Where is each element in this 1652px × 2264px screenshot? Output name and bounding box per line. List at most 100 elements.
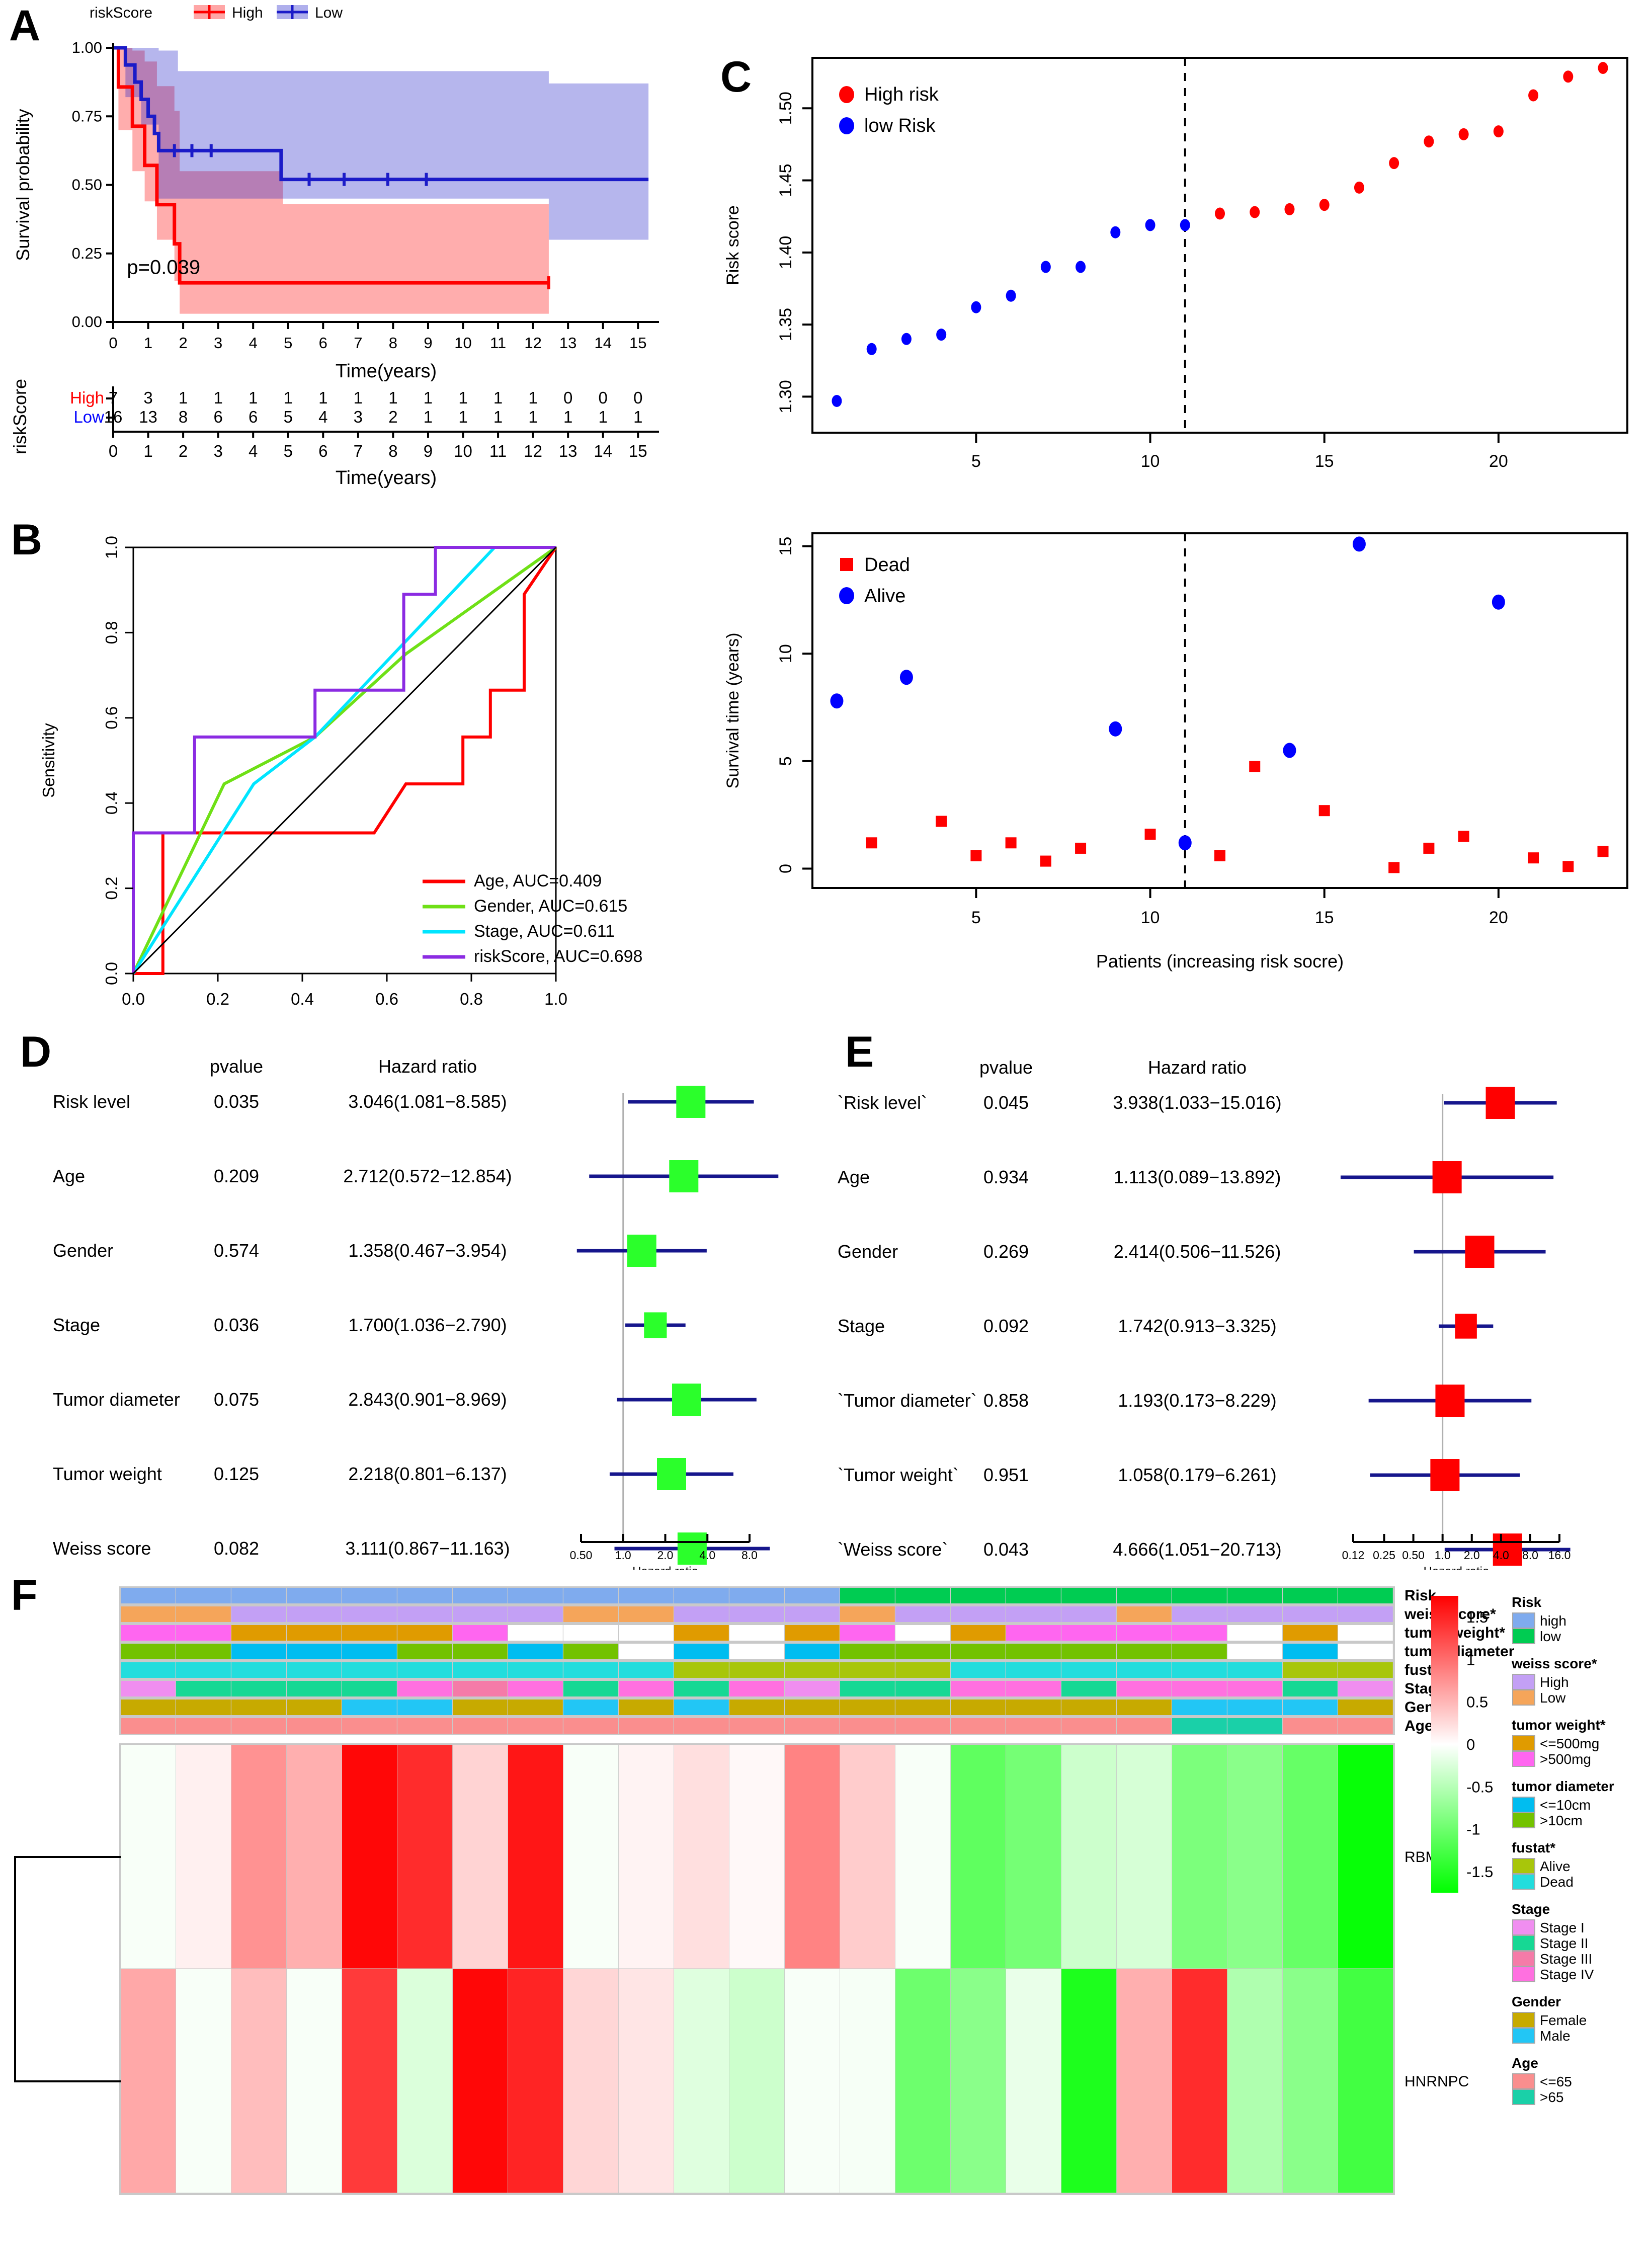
risk-score-point: [901, 333, 912, 345]
annotation-cell: [1283, 1644, 1338, 1659]
survival-time-point-alive: [1178, 835, 1192, 851]
roc-y-tick-label: 0.8: [102, 621, 121, 644]
survival-time-y-tick-label: 0: [776, 864, 795, 873]
heatmap-cell: [1283, 1745, 1338, 1969]
survival-time-y-tick-label: 5: [776, 756, 795, 766]
annotation-cell: [1338, 1588, 1393, 1603]
heatmap-cell: [287, 1969, 342, 2193]
risk-table-cell: 3: [143, 388, 152, 407]
forest-univariate-row-hr-text: 1.358(0.467−3.954): [348, 1240, 507, 1261]
forest-multivariate-header-hazard-ratio: Hazard ratio: [1148, 1057, 1247, 1078]
km-y-tick-label: 1.00: [72, 39, 102, 56]
legend-swatch: [1512, 1919, 1535, 1935]
risk-table-cell: 8: [179, 408, 188, 426]
annotation-cell: [563, 1588, 618, 1603]
legend-item-label: <=65: [1540, 2074, 1572, 2089]
forest-univariate-row-hr-text: 2.218(0.801−6.137): [348, 1464, 507, 1484]
annotation-cell: [1172, 1718, 1227, 1734]
annotation-cell: [121, 1718, 176, 1734]
km-survival-svg: riskScore High Low0.000.250.500.751.000 1 2 3…: [10, 5, 659, 489]
risk-table-cell: 1: [528, 388, 537, 407]
roc-legend-label: Age, AUC=0.409: [474, 871, 602, 891]
legend-item-label: Alive: [1540, 1858, 1571, 1874]
risk-table-x-tick-label: 12: [524, 442, 542, 460]
legend-item-label: Male: [1540, 2028, 1571, 2044]
annotation-cell: [1061, 1606, 1116, 1622]
risk-score-point: [1215, 207, 1225, 220]
annotation-cell: [895, 1700, 950, 1715]
legend-group-title: Age: [1512, 2055, 1538, 2071]
survival-time-point-dead: [1040, 855, 1051, 867]
risk-score-y-tick-label: 1.50: [776, 92, 795, 125]
forest-univariate-row-hr-text: 2.843(0.901−8.969): [348, 1389, 507, 1410]
annotation-cell: [231, 1644, 286, 1659]
survival-time-point-dead: [1562, 861, 1574, 872]
annotation-cell: [397, 1606, 452, 1622]
survival-time-point-dead: [1249, 761, 1261, 772]
annotation-cell: [397, 1681, 452, 1696]
annotation-cell: [1338, 1644, 1393, 1659]
risk-table-cell: 1: [528, 408, 537, 426]
legend-item-label: high: [1540, 1613, 1566, 1629]
risk-table-cell: 0: [599, 388, 608, 407]
heatmap-cell: [342, 1745, 397, 1969]
survival-time-point-alive: [1492, 594, 1505, 610]
forest-univariate-row-name: Tumor diameter: [53, 1389, 180, 1410]
km-legend: riskScore High Low: [90, 5, 343, 21]
forest-univariate-header-hazard-ratio: Hazard ratio: [378, 1056, 477, 1077]
annotation-cell: [342, 1625, 397, 1641]
annotation-cell: [397, 1625, 452, 1641]
heatmap-svg: Risk weiss score* tumor weight* tumor diame…: [14, 1586, 1614, 2195]
forest-univariate-row-name: Tumor weight: [53, 1464, 162, 1484]
annotation-cell: [287, 1625, 342, 1641]
legend-group-title: Risk: [1512, 1594, 1542, 1610]
km-x-tick-label: 9: [424, 334, 432, 352]
risk-score-scatter-svg: 1.30 1.35 1.40 1.45 1.50 5 10 15 20 Risk score Hig…: [723, 57, 1628, 471]
roc-x-tick-label: 0.8: [460, 990, 483, 1008]
forest-multivariate-row-name: `Weiss score`: [838, 1539, 948, 1560]
annotation-cell: [121, 1681, 176, 1696]
heatmap-cell: [1061, 1745, 1117, 1969]
roc-legend: Age, AUC=0.409 Gender, AUC=0.615 Stage, AU…: [423, 871, 642, 966]
heatmap-cell: [287, 1745, 342, 1969]
annotation-cell: [619, 1662, 674, 1678]
risk-table-x-tick-label: 2: [179, 442, 188, 460]
legend-item-label: Dead: [1540, 1874, 1574, 1890]
annotation-cell: [508, 1700, 563, 1715]
annotation-cell: [563, 1681, 618, 1696]
annotation-cell: [895, 1662, 950, 1678]
annotation-cell: [1006, 1606, 1061, 1622]
forest-univariate-row-hr-text: 1.700(1.036−2.790): [348, 1315, 507, 1335]
heatmap-cell: [1283, 1969, 1338, 2193]
forest-multivariate-row-pvalue: 0.269: [983, 1241, 1029, 1262]
annotation-cell: [619, 1588, 674, 1603]
dendrogram-link: [14, 1856, 121, 2082]
annotation-cell: [397, 1588, 452, 1603]
survival-time-scatter-svg: 0 5 10 15 5 10 15 20 Patients (increasing risk s…: [723, 532, 1628, 972]
annotation-cell: [176, 1718, 231, 1734]
risk-score-point: [1076, 261, 1086, 273]
risk-table-cell: 0: [633, 388, 642, 407]
survival-time-legend-square: [840, 558, 853, 571]
annotation-cell: [342, 1588, 397, 1603]
survival-time-point-dead: [1597, 846, 1609, 857]
heatmap-cell: [674, 1745, 729, 1969]
forest-univariate-row-name: Stage: [53, 1315, 100, 1335]
legend-group-title: tumor weight*: [1512, 1717, 1606, 1733]
risk-score-legend-dot: [839, 86, 854, 103]
annotation-cell: [840, 1700, 895, 1715]
survival-time-x-tick-label: 20: [1489, 908, 1508, 927]
annotation-cell: [840, 1644, 895, 1659]
annotation-cell: [1283, 1588, 1338, 1603]
heatmap-cell: [563, 1745, 619, 1969]
roc-y-tick-label: 1.0: [102, 536, 121, 559]
legend-swatch: [1512, 1628, 1535, 1644]
km-legend-label-low: Low: [315, 5, 343, 21]
risk-table-cell: 2: [388, 408, 397, 426]
annotation-cell: [1117, 1718, 1172, 1734]
annotation-cell: [176, 1700, 231, 1715]
annotation-cell: [121, 1662, 176, 1678]
heatmap-cell: [785, 1969, 840, 2193]
forest-multivariate-row-pvalue: 0.951: [983, 1465, 1029, 1485]
forest-multivariate-row-hr-text: 1.193(0.173−8.229): [1118, 1390, 1276, 1411]
